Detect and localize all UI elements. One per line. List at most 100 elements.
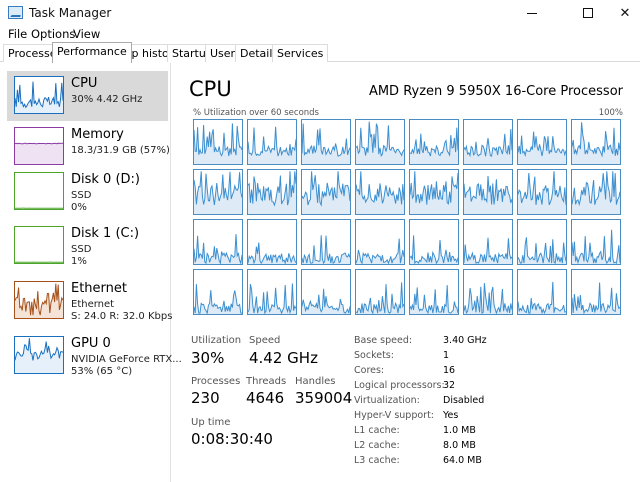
- handles-label: Handles: [295, 376, 336, 387]
- sidebar-item-memory[interactable]: Memory 18.3/31.9 GB (57%): [7, 122, 170, 172]
- logical-processor-graph: [409, 169, 459, 215]
- logical-processor-graph: [571, 269, 621, 315]
- logical-processor-graph-grid: [193, 119, 624, 323]
- resource-list: CPU 30% 4.42 GHz Memory 18.3/31.9 GB (57…: [0, 63, 182, 482]
- maximize-button[interactable]: [566, 0, 610, 26]
- logical-processor-graph: [193, 169, 243, 215]
- uptime-value: 0:08:30:40: [191, 430, 273, 448]
- spec-value: 8.0 MB: [443, 440, 476, 451]
- logical-processor-graph: [301, 219, 351, 265]
- logical-processor-graph: [517, 219, 567, 265]
- logical-processor-graph: [355, 269, 405, 315]
- spec-label: L3 cache:: [354, 455, 400, 466]
- logical-processor-graph: [409, 119, 459, 165]
- logical-processor-graph: [463, 219, 513, 265]
- threads-label: Threads: [246, 376, 287, 387]
- threads-value: 4646: [246, 389, 285, 407]
- gpu-thumbnail-graph: [14, 336, 64, 374]
- page-title: CPU: [189, 77, 232, 101]
- tab-services[interactable]: Services: [272, 44, 329, 62]
- logical-processor-graph: [571, 169, 621, 215]
- logical-processor-graph: [301, 169, 351, 215]
- logical-processor-graph: [409, 269, 459, 315]
- logical-processor-graph: [517, 169, 567, 215]
- spec-value: Disabled: [443, 395, 485, 406]
- sidebar-item-sub2: 1%: [71, 256, 87, 267]
- sidebar-item-sub1: SSD: [71, 244, 92, 255]
- minimize-button[interactable]: [510, 0, 554, 26]
- spec-value: 32: [443, 380, 456, 391]
- logical-processor-graph: [247, 119, 297, 165]
- spec-value: Yes: [443, 410, 459, 421]
- sidebar-item-sub1: 18.3/31.9 GB (57%): [71, 145, 170, 156]
- sidebar-item-ethernet[interactable]: Ethernet Ethernet S: 24.0 R: 32.0 Kbps: [7, 276, 172, 326]
- menu-bar: File Options View: [0, 26, 640, 43]
- sidebar-item-disk-0[interactable]: Disk 0 (D:) SSD 0%: [7, 167, 168, 217]
- logical-processor-graph: [247, 219, 297, 265]
- sidebar-item-disk-1[interactable]: Disk 1 (C:) SSD 1%: [7, 221, 168, 271]
- sidebar-item-sub1: Ethernet: [71, 299, 115, 310]
- sidebar-item-gpu-0[interactable]: GPU 0 NVIDIA GeForce RTX... 53% (65 °C): [7, 331, 182, 381]
- sidebar-item-title: CPU: [71, 76, 98, 91]
- sidebar-item-title: Memory: [71, 127, 124, 142]
- disk-1-thumbnail-graph: [14, 226, 64, 264]
- sidebar-item-sub2: S: 24.0 R: 32.0 Kbps: [71, 311, 173, 322]
- logical-processor-graph: [355, 219, 405, 265]
- menu-options[interactable]: Options: [31, 27, 75, 41]
- speed-label: Speed: [249, 335, 281, 346]
- cpu-detail-panel: CPU AMD Ryzen 9 5950X 16-Core Processor …: [172, 63, 640, 482]
- sidebar-item-sub1: NVIDIA GeForce RTX...: [71, 354, 182, 365]
- sidebar-item-sub1: 30% 4.42 GHz: [71, 94, 143, 105]
- cpu-thumbnail-graph: [14, 76, 64, 114]
- handles-value: 359004: [295, 389, 353, 407]
- logical-processor-graph: [247, 269, 297, 315]
- logical-processor-graph: [247, 169, 297, 215]
- spec-label: Cores:: [354, 365, 385, 376]
- logical-processor-graph: [301, 269, 351, 315]
- menu-view[interactable]: View: [73, 27, 100, 41]
- spec-label: L1 cache:: [354, 425, 400, 436]
- uptime-label: Up time: [191, 417, 231, 428]
- spec-label: Virtualization:: [354, 395, 420, 406]
- logical-processor-graph: [463, 119, 513, 165]
- utilization-graph-max: 100%: [598, 108, 623, 118]
- processes-value: 230: [191, 389, 220, 407]
- logical-processor-graph: [301, 119, 351, 165]
- speed-value: 4.42 GHz: [249, 349, 318, 367]
- sidebar-item-title: Disk 0 (D:): [71, 172, 140, 187]
- utilization-label: Utilization: [191, 335, 242, 346]
- spec-label: Sockets:: [354, 350, 394, 361]
- menu-file[interactable]: File: [8, 27, 27, 41]
- logical-processor-graph: [463, 169, 513, 215]
- disk-0-thumbnail-graph: [14, 172, 64, 210]
- spec-label: Base speed:: [354, 335, 413, 346]
- sidebar-item-cpu[interactable]: CPU 30% 4.42 GHz: [7, 71, 168, 121]
- sidebar-item-title: Ethernet: [71, 281, 127, 296]
- tab-performance[interactable]: Performance: [52, 42, 132, 63]
- logical-processor-graph: [409, 219, 459, 265]
- logical-processor-graph: [517, 119, 567, 165]
- minimize-icon: [527, 12, 537, 14]
- utilization-graph-label: % Utilization over 60 seconds: [193, 108, 319, 118]
- window-title: Task Manager: [29, 6, 112, 20]
- processor-name: AMD Ryzen 9 5950X 16-Core Processor: [368, 84, 623, 99]
- utilization-value: 30%: [191, 349, 225, 367]
- logical-processor-graph: [571, 219, 621, 265]
- spec-value: 64.0 MB: [443, 455, 482, 466]
- close-button[interactable]: ✕: [610, 0, 640, 26]
- memory-thumbnail-graph: [14, 127, 64, 165]
- logical-processor-graph: [355, 169, 405, 215]
- maximize-icon: [583, 8, 593, 18]
- tab-bar: Processes Performance App history Startu…: [0, 42, 640, 63]
- sidebar-item-title: GPU 0: [71, 336, 111, 351]
- logical-processor-graph: [193, 119, 243, 165]
- sidebar-item-title: Disk 1 (C:): [71, 226, 140, 241]
- processes-label: Processes: [191, 376, 241, 387]
- logical-processor-graph: [193, 269, 243, 315]
- spec-value: 1: [443, 350, 450, 361]
- title-bar: Task Manager ✕: [0, 0, 640, 26]
- spec-label: L2 cache:: [354, 440, 400, 451]
- sidebar-item-sub2: 53% (65 °C): [71, 366, 133, 377]
- spec-value: 3.40 GHz: [443, 335, 487, 346]
- logical-processor-graph: [517, 269, 567, 315]
